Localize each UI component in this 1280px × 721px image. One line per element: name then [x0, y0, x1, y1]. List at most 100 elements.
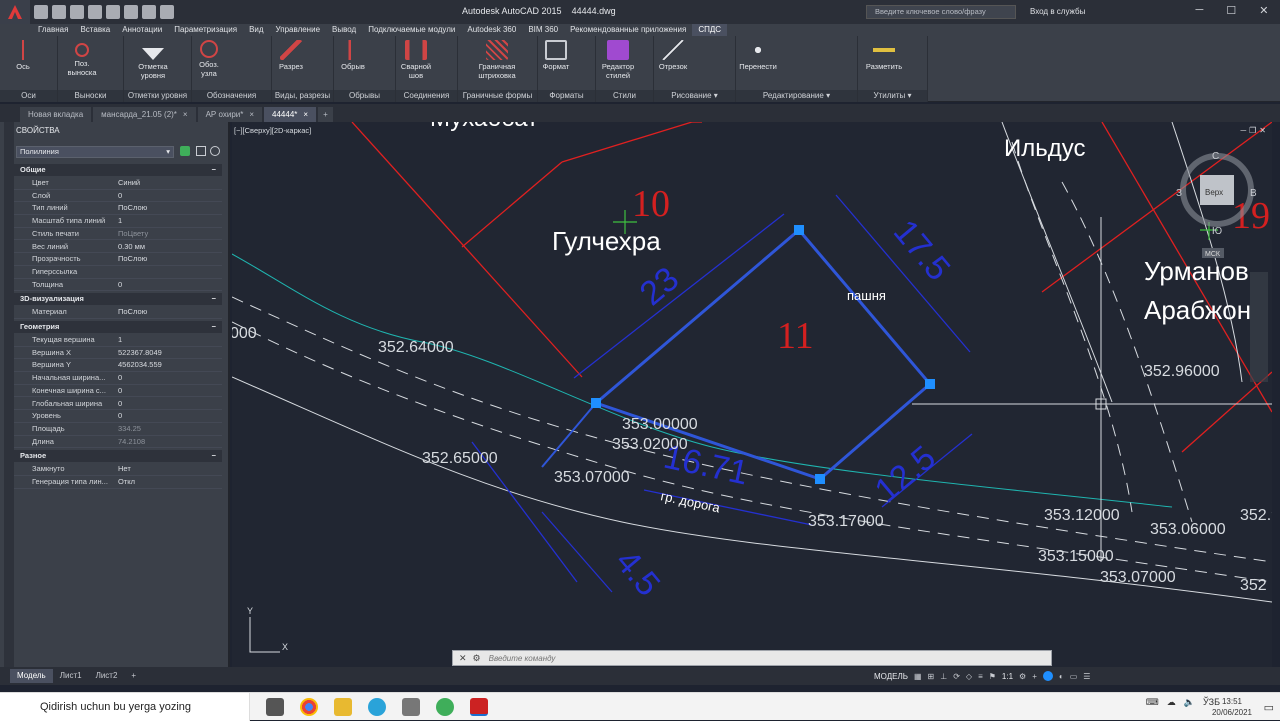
task-view-icon[interactable]: [266, 697, 284, 716]
close-tab-icon[interactable]: ×: [183, 107, 188, 122]
close-icon[interactable]: ✕: [1259, 4, 1268, 20]
property-row[interactable]: Глобальная ширина 0: [14, 398, 222, 411]
customize-icon[interactable]: ⚙: [473, 653, 481, 664]
property-row[interactable]: Стиль печати ПоЦвету: [14, 228, 222, 241]
property-row[interactable]: Вершина X 522367.8049: [14, 347, 222, 360]
property-value[interactable]: Нет: [118, 463, 131, 476]
redo-icon[interactable]: [142, 5, 156, 19]
calculator-icon[interactable]: [402, 697, 420, 716]
ribbon-tab-manage[interactable]: Управление: [270, 24, 326, 36]
property-value[interactable]: 522367.8049: [118, 347, 162, 360]
panel-title-draw[interactable]: Рисование ▾: [654, 90, 735, 102]
new-tab-plus-icon[interactable]: +: [318, 107, 333, 122]
property-row[interactable]: Прозрачность ПоСлою: [14, 253, 222, 266]
keyboard-icon[interactable]: ⌨: [1146, 697, 1159, 708]
property-row[interactable]: Замкнуто Нет: [14, 463, 222, 476]
format-button[interactable]: Формат: [540, 40, 572, 71]
property-value[interactable]: 0: [118, 410, 122, 423]
property-row[interactable]: Вершина Y 4562034.559: [14, 359, 222, 373]
utorrent-icon[interactable]: [436, 697, 454, 716]
style-editor-button[interactable]: Редактор стилей: [598, 40, 638, 80]
property-value[interactable]: 0: [118, 190, 122, 203]
save-as-icon[interactable]: [88, 5, 102, 19]
property-row[interactable]: Слой 0: [14, 190, 222, 203]
signin-button[interactable]: Вход в службы: [1030, 7, 1085, 16]
property-value[interactable]: 1: [118, 334, 122, 347]
maximize-icon[interactable]: ☐: [1226, 4, 1236, 20]
grid-icon[interactable]: ▦: [914, 672, 922, 681]
layout-tab-sheet1[interactable]: Лист1: [53, 669, 89, 683]
property-row[interactable]: Цвет Синий: [14, 177, 222, 190]
property-value[interactable]: Синий: [118, 177, 140, 190]
property-value[interactable]: 4562034.559: [118, 359, 162, 372]
viewport-controls-label[interactable]: [−][Сверху][2D-каркас]: [234, 126, 311, 135]
property-row[interactable]: Конечная ширина с... 0: [14, 385, 222, 398]
property-value[interactable]: 0: [118, 398, 122, 411]
collapse-icon[interactable]: −: [212, 164, 216, 176]
telegram-icon[interactable]: [368, 697, 386, 716]
add-icon[interactable]: +: [1032, 672, 1037, 681]
property-row[interactable]: Длина 74.2108: [14, 436, 222, 449]
property-value[interactable]: Откл: [118, 476, 135, 489]
close-icon[interactable]: ✕: [459, 653, 467, 664]
doc-tab-44444[interactable]: 44444* ×: [264, 107, 317, 122]
lineweight-icon[interactable]: ≡: [978, 672, 983, 681]
command-input[interactable]: [488, 653, 989, 663]
doc-tab-new[interactable]: Новая вкладка: [20, 107, 92, 122]
boundary-hatch-button[interactable]: Граничная штриховка: [470, 40, 524, 80]
layout-tab-model[interactable]: Модель: [10, 669, 53, 683]
customization-menu-icon[interactable]: ☰: [1083, 672, 1090, 681]
clock[interactable]: 13:51 20/06/2021: [1212, 696, 1252, 718]
model-space-toggle[interactable]: МОДЕЛЬ: [874, 672, 908, 681]
property-row[interactable]: Гиперссылка: [14, 266, 222, 279]
viewport-close-icon[interactable]: ✕: [1259, 126, 1266, 135]
palette-grip[interactable]: [4, 122, 14, 667]
property-value[interactable]: 0.30 мм: [118, 241, 145, 254]
property-row[interactable]: Текущая вершина 1: [14, 334, 222, 347]
property-value[interactable]: 1: [118, 215, 122, 228]
parcel-11-polyline[interactable]: [541, 227, 933, 481]
ribbon-tab-bim360[interactable]: BIM 360: [522, 24, 564, 36]
viewport-minimize-icon[interactable]: ─: [1240, 126, 1246, 135]
ribbon-tab-a360[interactable]: Autodesk 360: [461, 24, 522, 36]
viewcube[interactable]: Верх С Ю З В МСК: [1176, 151, 1257, 258]
object-type-select[interactable]: Полилиния ▾: [16, 146, 174, 158]
collapse-icon[interactable]: −: [212, 293, 216, 305]
navigation-bar[interactable]: [1250, 272, 1268, 382]
autocad-taskbar-icon[interactable]: [470, 697, 488, 716]
property-value[interactable]: ПоЦвету: [118, 228, 148, 241]
collapse-icon[interactable]: −: [212, 450, 216, 462]
property-section-header[interactable]: Общие −: [14, 164, 222, 176]
ribbon-tab-spds[interactable]: СПДС: [692, 24, 728, 36]
property-value[interactable]: ПоСлою: [118, 253, 147, 266]
property-section-header[interactable]: 3D-визуализация −: [14, 293, 222, 306]
node-symbol-button[interactable]: Обоз. узла: [194, 40, 224, 78]
collapse-icon[interactable]: −: [212, 321, 216, 333]
network-icon[interactable]: ☁: [1167, 697, 1176, 708]
markup-button[interactable]: Разметить: [862, 40, 906, 71]
break-button[interactable]: Обрыв: [338, 40, 368, 71]
property-row[interactable]: Масштаб типа линий 1: [14, 215, 222, 228]
panel-title-utilities[interactable]: Утилиты ▾: [858, 90, 927, 102]
layout-tab-sheet2[interactable]: Лист2: [89, 669, 125, 683]
toggle-pickadd-icon[interactable]: [180, 146, 190, 156]
snap-icon[interactable]: ⊞: [928, 672, 935, 681]
property-row[interactable]: Площадь 334.25: [14, 423, 222, 436]
isolate-objects-icon[interactable]: [1042, 671, 1053, 681]
doc-tab-ar[interactable]: АР охири* ×: [197, 107, 263, 122]
autocad-logo-button[interactable]: [0, 0, 30, 24]
level-mark-button[interactable]: Отметка уровня: [132, 40, 174, 80]
annotation-visibility-icon[interactable]: ⚑: [989, 672, 996, 681]
property-section-header[interactable]: Геометрия −: [14, 321, 222, 333]
file-explorer-icon[interactable]: [334, 697, 352, 716]
volume-icon[interactable]: 🔈: [1184, 697, 1195, 708]
select-objects-icon[interactable]: [196, 146, 206, 156]
minimize-icon[interactable]: ─: [1196, 4, 1204, 20]
property-value[interactable]: 0: [118, 279, 122, 292]
property-row[interactable]: Уровень 0: [14, 410, 222, 423]
ribbon-tab-output[interactable]: Вывод: [326, 24, 362, 36]
osnap-icon[interactable]: ◇: [966, 672, 972, 681]
annotation-scale-select[interactable]: 1:1: [1002, 672, 1013, 681]
save-icon[interactable]: [70, 5, 84, 19]
close-tab-icon[interactable]: ×: [249, 107, 254, 122]
